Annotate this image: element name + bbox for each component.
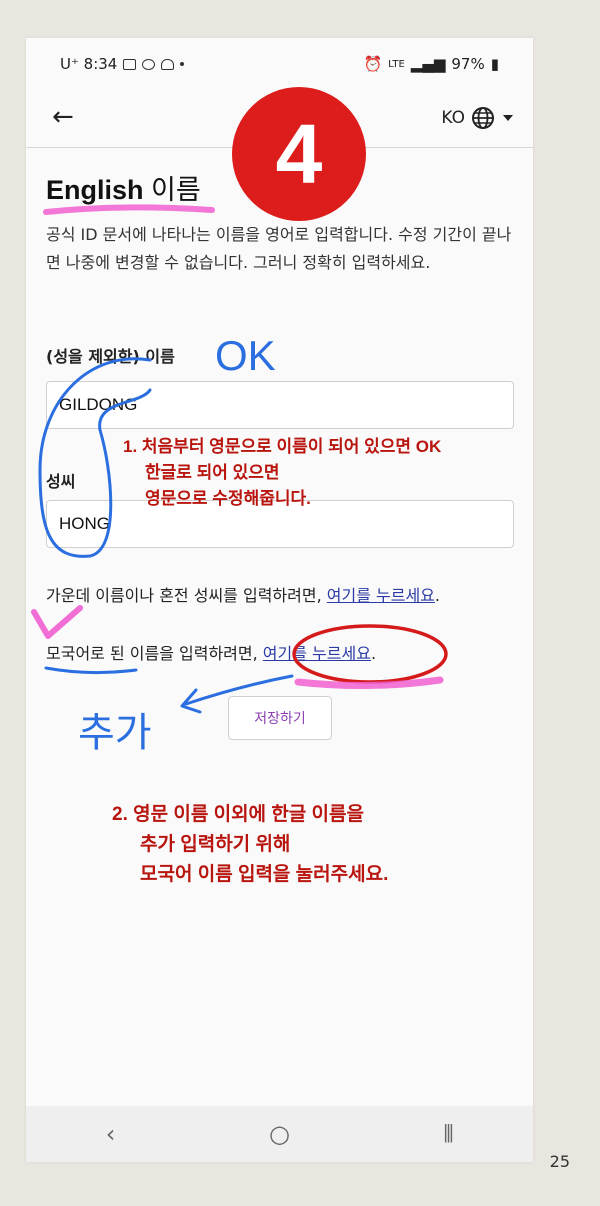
- back-arrow-icon[interactable]: ←: [52, 102, 74, 132]
- language-code: KO: [441, 108, 465, 128]
- middle-name-helper: 가운데 이름이나 혼전 성씨를 입력하려면, 여기를 누르세요.: [46, 582, 440, 606]
- middle-name-helper-text: 가운데 이름이나 혼전 성씨를 입력하려면,: [46, 586, 327, 605]
- middle-name-suffix: .: [434, 586, 440, 605]
- native-name-helper-text: 모국어로 된 이름을 입력하려면,: [46, 644, 263, 663]
- network-label: LTE: [388, 58, 405, 70]
- alarm-icon: ⏰: [363, 55, 383, 73]
- system-nav-bar: ‹ ○ ⦀: [26, 1106, 533, 1162]
- native-name-suffix: .: [370, 644, 377, 663]
- native-name-link[interactable]: 여기를 누르세요: [263, 644, 371, 663]
- status-left: U⁺ 8:34: [60, 55, 185, 73]
- given-name-input[interactable]: [46, 381, 514, 429]
- dropdown-caret-icon: [503, 115, 513, 121]
- middle-name-link[interactable]: 여기를 누르세요: [327, 586, 435, 605]
- note-two-line-1: 2. 영문 이름 이외에 한글 이름을: [112, 804, 365, 825]
- signal-icon: ▂▄▆: [410, 55, 446, 73]
- add-annotation: 추가: [78, 711, 152, 755]
- status-bar: U⁺ 8:34 ⏰ LTE ▂▄▆ 97% ▮: [26, 38, 533, 92]
- family-name-label: 성씨: [46, 472, 76, 491]
- weather-icon: [161, 58, 175, 70]
- ok-annotation: OK: [215, 332, 276, 379]
- nav-recents-icon[interactable]: ⦀: [419, 1120, 479, 1148]
- gallery-icon: [123, 58, 137, 70]
- note-one-line-1: 1. 처음부터 영문으로 이름이 되어 있으면 OK: [123, 437, 442, 456]
- section-description: 공식 ID 문서에 나타나는 이름을 영어로 입력합니다. 수정 기간이 끝나면…: [46, 225, 512, 272]
- battery-icon: ▮: [490, 55, 499, 73]
- note-two: 2. 영문 이름 이외에 한글 이름을 추가 입력하기 위해 모국어 이름 입력…: [112, 800, 388, 890]
- nav-back-icon[interactable]: ‹: [81, 1120, 141, 1148]
- status-right: ⏰ LTE ▂▄▆ 97% ▮: [363, 55, 499, 73]
- native-name-helper: 모국어로 된 이름을 입력하려면, 여기를 누르세요.: [46, 640, 376, 664]
- note-two-line-3: 모국어 이름 입력을 눌러주세요.: [140, 864, 389, 885]
- notification-dot-icon: [180, 62, 185, 66]
- page-number: 25: [549, 1152, 570, 1171]
- title-korean: 이름: [151, 175, 201, 205]
- save-button[interactable]: 저장하기: [228, 696, 332, 740]
- globe-icon: [472, 107, 494, 129]
- nav-home-icon[interactable]: ○: [250, 1120, 310, 1148]
- language-selector[interactable]: KO: [441, 106, 515, 130]
- note-two-line-2: 추가 입력하기 위해: [140, 834, 291, 855]
- talk-icon: [142, 58, 156, 70]
- carrier-time: U⁺ 8:34: [60, 55, 118, 73]
- note-one-line-2: 한글로 되어 있으면: [145, 463, 280, 482]
- title-english: English: [46, 175, 144, 205]
- step-badge: 4: [232, 87, 366, 221]
- note-one-line-3: 영문으로 수정해줍니다.: [145, 489, 311, 508]
- note-one: 1. 처음부터 영문으로 이름이 되어 있으면 OK 한글로 되어 있으면 영문…: [123, 434, 441, 512]
- battery-label: 97%: [451, 55, 485, 73]
- given-name-label: (성을 제외한) 이름: [46, 347, 175, 366]
